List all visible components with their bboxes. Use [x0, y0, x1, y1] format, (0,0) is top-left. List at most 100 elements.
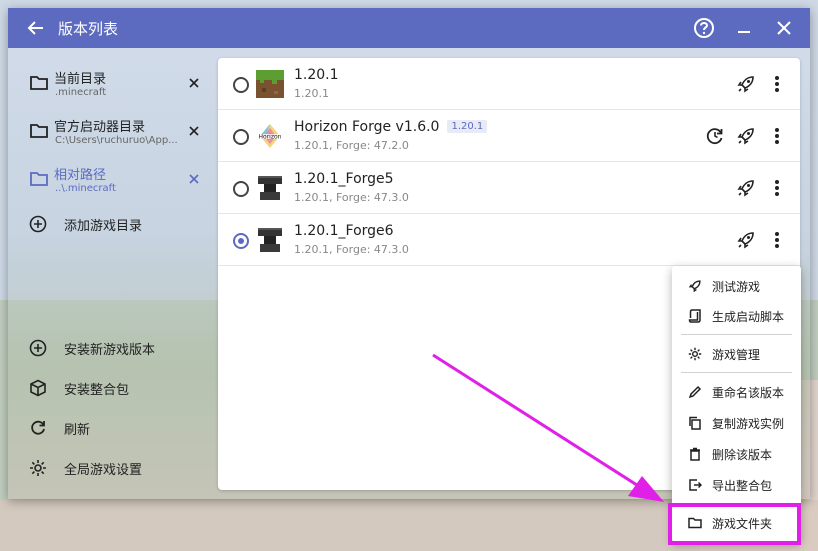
more-button[interactable]	[765, 72, 789, 96]
menu-item-label: 删除该版本	[712, 448, 773, 462]
menu-item-generate-script[interactable]: 生成启动脚本	[672, 301, 801, 331]
refresh-icon	[29, 419, 47, 437]
launch-button[interactable]	[734, 176, 758, 200]
menu-item-test-game[interactable]: 测试游戏	[672, 271, 801, 301]
package-icon	[29, 379, 47, 397]
version-radio[interactable]	[233, 77, 249, 93]
refresh-label: 刷新	[64, 423, 91, 438]
rocket-icon	[737, 76, 754, 93]
arrow-left-icon	[27, 21, 43, 35]
sidebar-dir-official[interactable]: 官方启动器目录 C:\Users\ruchuruo\App...	[8, 107, 218, 155]
version-row[interactable]: 1.20.1_Forge5 1.20.1, Forge: 47.3.0	[218, 162, 800, 214]
update-button[interactable]	[703, 124, 727, 148]
menu-item-label: 测试游戏	[712, 280, 761, 294]
plus-circle-icon	[29, 215, 47, 233]
global-settings-label: 全局游戏设置	[64, 463, 143, 478]
install-modpack-button[interactable]: 安装整合包	[8, 368, 218, 408]
version-detail: 1.20.1	[294, 87, 329, 100]
anvil-icon	[258, 228, 282, 252]
close-icon	[189, 126, 199, 136]
add-game-dir-label: 添加游戏目录	[64, 219, 143, 234]
sidebar-dir-current[interactable]: 当前目录 .minecraft	[8, 59, 218, 107]
version-radio[interactable]	[233, 129, 249, 145]
highlight-box	[668, 503, 801, 545]
menu-item-label: 复制游戏实例	[712, 417, 785, 431]
refresh-button[interactable]: 刷新	[8, 408, 218, 448]
global-settings-button[interactable]: 全局游戏设置	[8, 448, 218, 488]
more-vertical-icon	[775, 232, 779, 248]
menu-item-rename[interactable]: 重命名该版本	[672, 377, 801, 407]
rocket-icon	[688, 279, 702, 293]
version-tag: 1.20.1	[447, 120, 488, 133]
rocket-icon	[737, 180, 754, 197]
minimize-button[interactable]	[724, 8, 764, 48]
update-icon	[706, 128, 723, 145]
export-icon	[688, 478, 702, 492]
install-version-label: 安装新游戏版本	[64, 343, 156, 358]
menu-item-export-modpack[interactable]: 导出整合包	[672, 470, 801, 500]
page-title: 版本列表	[58, 19, 119, 38]
folder-icon	[30, 76, 48, 90]
version-name: 1.20.1_Forge5	[294, 171, 394, 187]
more-vertical-icon	[775, 128, 779, 144]
version-name: 1.20.1	[294, 67, 339, 83]
rocket-icon	[737, 128, 754, 145]
gear-icon	[29, 459, 47, 477]
launch-button[interactable]	[734, 72, 758, 96]
anvil-icon	[258, 176, 282, 200]
menu-item-label: 游戏管理	[712, 348, 761, 362]
version-radio[interactable]	[233, 233, 249, 249]
gear-icon	[688, 347, 702, 361]
version-detail: 1.20.1, Forge: 47.2.0	[294, 139, 409, 152]
close-button[interactable]	[764, 8, 804, 48]
titlebar: 版本列表	[8, 8, 810, 48]
back-button[interactable]	[18, 8, 54, 48]
menu-item-game-manage[interactable]: 游戏管理	[672, 339, 801, 369]
svg-text:Horizon: Horizon	[259, 134, 282, 141]
rocket-icon	[737, 232, 754, 249]
minimize-icon	[738, 31, 750, 33]
dir-path: .minecraft	[55, 87, 107, 98]
sidebar-dir-relative[interactable]: 相对路径 ..\.minecraft	[8, 155, 218, 203]
remove-dir-button[interactable]	[184, 121, 204, 141]
help-button[interactable]	[684, 8, 724, 48]
version-name: Horizon Forge v1.6.0 1.20.1	[294, 119, 488, 135]
more-button[interactable]	[765, 228, 789, 252]
install-version-button[interactable]: 安装新游戏版本	[8, 328, 218, 368]
menu-divider	[681, 372, 792, 373]
version-row[interactable]: Horizon Horizon Forge v1.6.0 1.20.1 1.20.…	[218, 110, 800, 162]
folder-icon	[30, 172, 48, 186]
menu-divider	[681, 334, 792, 335]
dir-name: 当前目录	[54, 72, 107, 87]
menu-item-delete[interactable]: 删除该版本	[672, 439, 801, 469]
trash-icon	[688, 447, 702, 461]
version-row[interactable]: 1.20.1 1.20.1	[218, 58, 800, 110]
install-modpack-label: 安装整合包	[64, 383, 130, 398]
remove-dir-button[interactable]	[184, 169, 204, 189]
more-vertical-icon	[775, 76, 779, 92]
close-icon	[777, 21, 791, 35]
plus-circle-icon	[29, 339, 47, 357]
add-game-dir-button[interactable]: 添加游戏目录	[8, 204, 218, 244]
more-button[interactable]	[765, 176, 789, 200]
version-context-menu: 测试游戏 生成启动脚本 游戏管理 重命名该版本 复制游戏实例 删除该版本 导出整…	[672, 266, 801, 542]
menu-item-label: 重命名该版本	[712, 386, 785, 400]
launch-button[interactable]	[734, 124, 758, 148]
close-icon	[189, 78, 199, 88]
more-vertical-icon	[775, 180, 779, 196]
menu-item-duplicate[interactable]: 复制游戏实例	[672, 408, 801, 438]
remove-dir-button[interactable]	[184, 73, 204, 93]
copy-icon	[688, 416, 702, 430]
grass-block-icon	[256, 70, 284, 98]
help-icon	[694, 18, 714, 38]
dir-name: 官方启动器目录	[54, 120, 146, 135]
version-detail: 1.20.1, Forge: 47.3.0	[294, 243, 409, 256]
launch-button[interactable]	[734, 228, 758, 252]
pencil-icon	[688, 385, 702, 399]
more-button[interactable]	[765, 124, 789, 148]
version-row[interactable]: 1.20.1_Forge6 1.20.1, Forge: 47.3.0	[218, 214, 800, 266]
version-radio[interactable]	[233, 181, 249, 197]
version-detail: 1.20.1, Forge: 47.3.0	[294, 191, 409, 204]
script-icon	[688, 309, 702, 323]
folder-icon	[30, 124, 48, 138]
